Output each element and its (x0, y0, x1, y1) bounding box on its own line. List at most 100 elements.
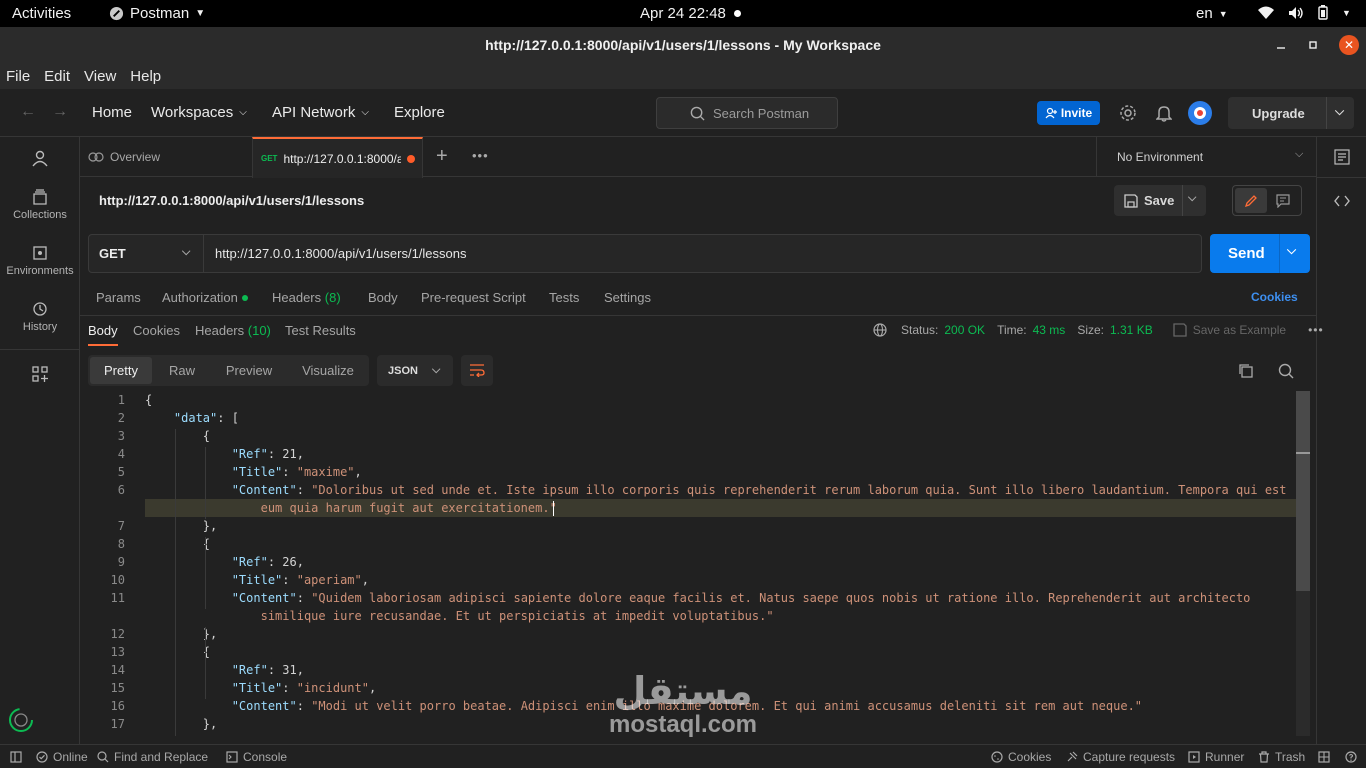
sync-status-icon[interactable] (8, 707, 34, 733)
response-tab-test-results[interactable]: Test Results (285, 323, 356, 338)
language-selector[interactable]: en ▼ (1196, 5, 1228, 22)
console-button[interactable]: Console (226, 750, 287, 764)
line-number: 8 (117, 537, 125, 551)
tab-overview[interactable]: Overview (88, 137, 160, 177)
nav-explore[interactable]: Explore (394, 104, 445, 121)
settings-gear-icon[interactable] (1119, 104, 1137, 122)
save-button[interactable]: Save ⌵ (1114, 185, 1206, 216)
response-size[interactable]: 1.31 KB (1110, 323, 1153, 337)
tab-pre-request-script[interactable]: Pre-request Script (421, 290, 526, 305)
nav-home[interactable]: Home (92, 104, 132, 121)
edit-mode-toggle (1232, 185, 1302, 216)
chevron-down-icon[interactable]: ⌵ (1335, 104, 1344, 119)
response-tab-headers[interactable]: Headers (10) (195, 323, 271, 338)
tab-settings[interactable]: Settings (604, 290, 651, 305)
close-window-button[interactable]: ✕ (1334, 27, 1364, 63)
tab-authorization[interactable]: Authorization (162, 290, 248, 305)
avatar[interactable] (1188, 101, 1212, 125)
online-status[interactable]: Online (36, 750, 88, 764)
save-as-example-button[interactable]: Save as Example (1193, 323, 1286, 337)
tab-params[interactable]: Params (96, 290, 141, 305)
code-snippet-icon[interactable] (1334, 194, 1350, 208)
system-tray[interactable]: ▼ (1258, 5, 1351, 20)
find-replace-button[interactable]: Find and Replace (97, 750, 208, 764)
line-number: 14 (110, 663, 125, 677)
copy-icon[interactable] (1238, 363, 1254, 379)
nav-api-network[interactable]: API Network ⌵ (272, 104, 369, 121)
menu-help[interactable]: Help (130, 68, 161, 85)
layout-two-pane-icon[interactable] (1318, 751, 1330, 763)
environment-selector[interactable]: No Environment ⌵ (1096, 137, 1316, 177)
nav-workspaces[interactable]: Workspaces ⌵ (151, 104, 247, 121)
code-token: : (282, 573, 297, 587)
activities-button[interactable]: Activities (12, 5, 71, 22)
environment-quick-look-icon[interactable] (1334, 149, 1350, 165)
sidebar-item-label: Environments (6, 265, 74, 277)
url-input[interactable]: http://127.0.0.1:8000/api/v1/users/1/les… (203, 234, 1202, 273)
app-menu[interactable]: Postman ▼ (109, 5, 205, 22)
sidebar-item-label: History (22, 321, 58, 333)
tab-headers[interactable]: Headers (8) (272, 290, 341, 305)
code-token: }, (145, 717, 218, 731)
nav-api-network-label: API Network (272, 104, 356, 121)
back-arrow-icon[interactable]: ← (20, 103, 36, 121)
new-tab-plus-icon[interactable]: + (436, 145, 448, 168)
view-pretty[interactable]: Pretty (90, 357, 152, 384)
tab-body[interactable]: Body (368, 290, 398, 305)
more-options-icon[interactable]: ••• (1308, 323, 1324, 337)
capture-requests-button[interactable]: Capture requests (1066, 750, 1175, 764)
format-select[interactable]: JSON ⌵ (377, 355, 453, 386)
sidebar-item-collections[interactable]: Collections (0, 189, 80, 221)
chevron-down-icon[interactable]: ⌵ (1188, 192, 1196, 205)
code-line: "Content": "Doloribus ut sed unde et. Is… (145, 483, 1287, 497)
view-raw[interactable]: Raw (158, 355, 206, 386)
chevron-down-icon[interactable]: ⌵ (1287, 243, 1296, 258)
response-tab-cookies[interactable]: Cookies (133, 323, 180, 338)
menu-view[interactable]: View (84, 68, 116, 85)
trash-button[interactable]: Trash (1258, 750, 1305, 764)
menu-file[interactable]: File (6, 68, 30, 85)
postman-app-icon (109, 6, 124, 21)
response-tab-body[interactable]: Body (88, 323, 118, 338)
search-input[interactable]: Search Postman (656, 97, 838, 129)
sidebar-item-history[interactable]: History (0, 301, 80, 333)
cookies-link[interactable]: Cookies (1251, 290, 1298, 304)
system-top-bar: Activities Postman ▼ Apr 24 22:48 en ▼ ▼ (0, 0, 1366, 27)
edit-button[interactable] (1235, 188, 1267, 213)
status-badge[interactable]: 200 OK (944, 323, 985, 337)
sidebar-item-user[interactable] (0, 149, 80, 171)
tab-tests[interactable]: Tests (549, 290, 579, 305)
tab-request[interactable]: GET http://127.0.0.1:8000/api/v1/users/1… (252, 137, 423, 178)
runner-button[interactable]: Runner (1188, 750, 1244, 764)
comment-icon[interactable] (1276, 194, 1290, 208)
send-button[interactable]: Send ⌵ (1210, 234, 1310, 273)
editor-scrollbar-thumb[interactable] (1296, 391, 1310, 591)
clock[interactable]: Apr 24 22:48 (640, 5, 741, 22)
request-title[interactable]: http://127.0.0.1:8000/api/v1/users/1/les… (99, 193, 364, 208)
sidebar-item-environments[interactable]: Environments (0, 245, 80, 277)
view-visualize[interactable]: Visualize (292, 355, 364, 386)
invite-button[interactable]: Invite (1037, 101, 1100, 125)
maximize-button[interactable] (1298, 27, 1328, 63)
view-preview[interactable]: Preview (216, 355, 282, 386)
wrap-lines-button[interactable] (461, 355, 493, 386)
toggle-sidebar-icon[interactable] (10, 751, 22, 763)
notification-bell-icon[interactable] (1156, 104, 1172, 122)
more-tabs-icon[interactable]: ••• (472, 148, 489, 163)
code-token: "Content" (231, 591, 297, 605)
search-icon[interactable] (1278, 363, 1294, 379)
method-select[interactable]: GET ⌵ (88, 234, 204, 273)
response-time[interactable]: 43 ms (1033, 323, 1066, 337)
minimize-button[interactable] (1266, 27, 1296, 63)
globe-icon[interactable] (873, 323, 887, 337)
forward-arrow-icon[interactable]: → (52, 103, 68, 121)
tab-method-badge: GET (261, 154, 278, 163)
menu-edit[interactable]: Edit (44, 68, 70, 85)
help-icon[interactable] (1345, 751, 1357, 763)
cookies-button[interactable]: Cookies (991, 750, 1051, 764)
upgrade-button[interactable]: Upgrade ⌵ (1228, 97, 1354, 129)
unsaved-dot-icon[interactable] (407, 154, 416, 163)
add-apps-icon[interactable] (32, 366, 48, 382)
